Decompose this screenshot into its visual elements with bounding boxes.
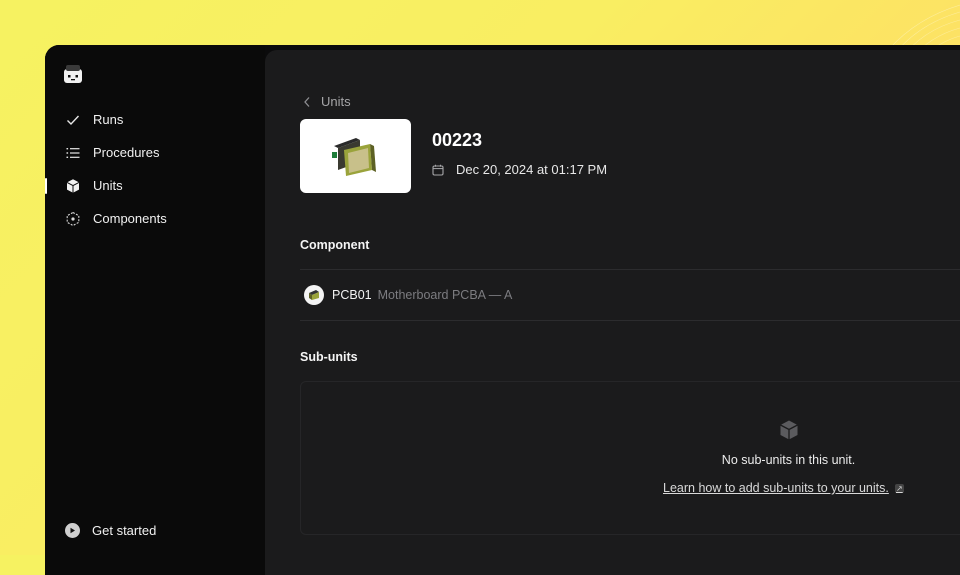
app-window: Runs Procedures Units Components Get sta…	[45, 45, 960, 575]
sidebar-nav: Runs Procedures Units Components	[45, 103, 265, 235]
breadcrumb[interactable]: Units	[303, 94, 351, 109]
component-row[interactable]: PCB01 Motherboard PCBA — A	[300, 269, 960, 321]
app-logo-icon	[64, 65, 82, 83]
sidebar-item-label: Units	[93, 178, 123, 193]
unit-date: Dec 20, 2024 at 01:17 PM	[432, 162, 607, 177]
chevron-left-icon	[304, 96, 310, 107]
sidebar-item-label: Procedures	[93, 145, 160, 160]
cube-outline-icon	[780, 420, 798, 440]
sidebar-item-units[interactable]: Units	[45, 169, 265, 202]
calendar-icon	[432, 164, 444, 176]
component-icon	[66, 211, 80, 226]
component-code: PCB01	[332, 288, 372, 302]
sidebar-item-procedures[interactable]: Procedures	[45, 136, 265, 169]
cube-icon	[66, 178, 80, 193]
component-avatar-icon	[304, 285, 324, 305]
breadcrumb-label: Units	[321, 94, 351, 109]
main-panel: Units 00223 Dec 20, 2024 at 01:17 PM Com	[265, 50, 960, 575]
component-section-label: Component	[300, 238, 370, 252]
subunits-empty-state: No sub-units in this unit. Learn how to …	[300, 381, 960, 535]
unit-date-text: Dec 20, 2024 at 01:17 PM	[456, 162, 608, 177]
learn-more-link-text: Learn how to add sub-units to your units…	[663, 481, 889, 495]
external-link-icon: ↗	[894, 483, 904, 493]
sidebar: Runs Procedures Units Components Get sta…	[45, 45, 265, 575]
list-icon	[66, 147, 80, 158]
pcb-board-icon	[331, 138, 376, 176]
unit-title: 00223	[432, 130, 483, 150]
get-started-button[interactable]: Get started	[65, 523, 156, 538]
component-description: Motherboard PCBA — A	[377, 288, 513, 302]
sidebar-item-label: Runs	[93, 112, 124, 127]
sidebar-item-components[interactable]: Components	[45, 202, 265, 235]
get-started-label: Get started	[92, 523, 157, 538]
empty-state-title: No sub-units in this unit.	[721, 453, 856, 467]
subunits-section-label: Sub-units	[300, 350, 358, 364]
sidebar-item-label: Components	[93, 211, 167, 226]
unit-thumbnail[interactable]	[300, 119, 411, 193]
learn-more-link[interactable]: Learn how to add sub-units to your units…	[663, 481, 904, 495]
sidebar-item-runs[interactable]: Runs	[45, 103, 265, 136]
play-icon	[65, 523, 80, 538]
check-icon	[67, 115, 80, 125]
